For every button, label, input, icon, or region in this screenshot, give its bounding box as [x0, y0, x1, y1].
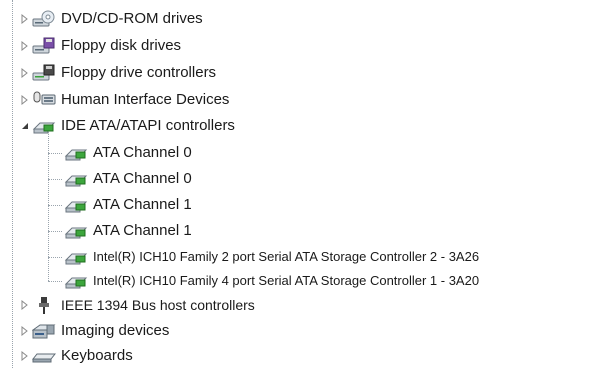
tree-child-ata-channel-1[interactable]: ATA Channel 1 — [64, 192, 192, 218]
expand-arrow-icon[interactable] — [20, 94, 30, 106]
tree-line — [48, 153, 62, 154]
tree-child-intel-ich10-2port[interactable]: Intel(R) ICH10 Family 2 port Serial ATA … — [64, 244, 479, 270]
expand-arrow-icon[interactable] — [20, 67, 30, 79]
tree-item-label: Floppy drive controllers — [61, 64, 217, 81]
expand-arrow-icon[interactable] — [20, 40, 30, 52]
tree-item-label: IEEE 1394 Bus host controllers — [61, 297, 255, 313]
tree-item-dvd-cdrom-drives[interactable]: DVD/CD-ROM drives — [20, 6, 203, 32]
tree-line — [48, 281, 62, 282]
tree-item-ide-ata-atapi-controllers[interactable]: IDE ATA/ATAPI controllers — [20, 113, 235, 139]
tree-item-label: IDE ATA/ATAPI controllers — [61, 117, 235, 134]
ide-controller-icon — [64, 170, 88, 188]
floppy-disk-icon — [32, 37, 56, 55]
tree-line — [48, 132, 49, 281]
expand-arrow-icon[interactable] — [20, 350, 30, 362]
expand-arrow-icon[interactable] — [20, 13, 30, 25]
ide-controller-icon — [64, 248, 88, 266]
ide-controller-icon — [32, 117, 56, 135]
tree-child-ata-channel-0[interactable]: ATA Channel 0 — [64, 166, 192, 192]
tree-item-label: ATA Channel 0 — [93, 170, 192, 187]
tree-item-human-interface-devices[interactable]: Human Interface Devices — [20, 87, 229, 113]
tree-line — [48, 205, 62, 206]
collapse-arrow-icon[interactable] — [20, 120, 30, 132]
tree-child-ata-channel-1[interactable]: ATA Channel 1 — [64, 218, 192, 244]
tree-item-label: DVD/CD-ROM drives — [61, 10, 203, 27]
tree-item-label: Floppy disk drives — [61, 37, 182, 54]
tree-item-label: ATA Channel 1 — [93, 222, 192, 239]
tree-child-intel-ich10-4port[interactable]: Intel(R) ICH10 Family 4 port Serial ATA … — [64, 268, 479, 294]
ide-controller-icon — [64, 222, 88, 240]
tree-item-keyboards[interactable]: Keyboards — [20, 343, 133, 369]
tree-item-label: Intel(R) ICH10 Family 2 port Serial ATA … — [93, 249, 480, 264]
ide-controller-icon — [64, 196, 88, 214]
tree-item-imaging-devices[interactable]: Imaging devices — [20, 318, 169, 344]
hid-icon — [32, 91, 56, 109]
device-tree[interactable]: DVD/CD-ROM drives Floppy disk drives Flo… — [0, 0, 599, 368]
tree-item-label: Keyboards — [61, 347, 133, 364]
dvd-drive-icon — [32, 10, 56, 28]
tree-item-ieee1394-controllers[interactable]: IEEE 1394 Bus host controllers — [20, 292, 255, 318]
ide-controller-icon — [64, 272, 88, 290]
imaging-device-icon — [31, 322, 56, 340]
tree-line — [48, 179, 62, 180]
expand-arrow-icon[interactable] — [20, 299, 30, 311]
tree-item-label: Human Interface Devices — [61, 91, 230, 108]
tree-item-label: ATA Channel 1 — [93, 196, 192, 213]
expand-arrow-icon[interactable] — [20, 325, 30, 337]
ieee1394-icon — [32, 296, 56, 314]
tree-item-label: Intel(R) ICH10 Family 4 port Serial ATA … — [93, 273, 480, 288]
tree-line — [48, 231, 62, 232]
keyboard-icon — [31, 347, 57, 365]
tree-child-ata-channel-0[interactable]: ATA Channel 0 — [64, 140, 192, 166]
ide-controller-icon — [64, 144, 88, 162]
tree-item-label: ATA Channel 0 — [93, 144, 192, 161]
floppy-controller-icon — [32, 64, 56, 82]
tree-item-floppy-drive-controllers[interactable]: Floppy drive controllers — [20, 60, 216, 86]
tree-line — [48, 257, 62, 258]
tree-line — [12, 0, 13, 368]
tree-item-label: Imaging devices — [61, 322, 170, 339]
tree-item-floppy-disk-drives[interactable]: Floppy disk drives — [20, 33, 181, 59]
